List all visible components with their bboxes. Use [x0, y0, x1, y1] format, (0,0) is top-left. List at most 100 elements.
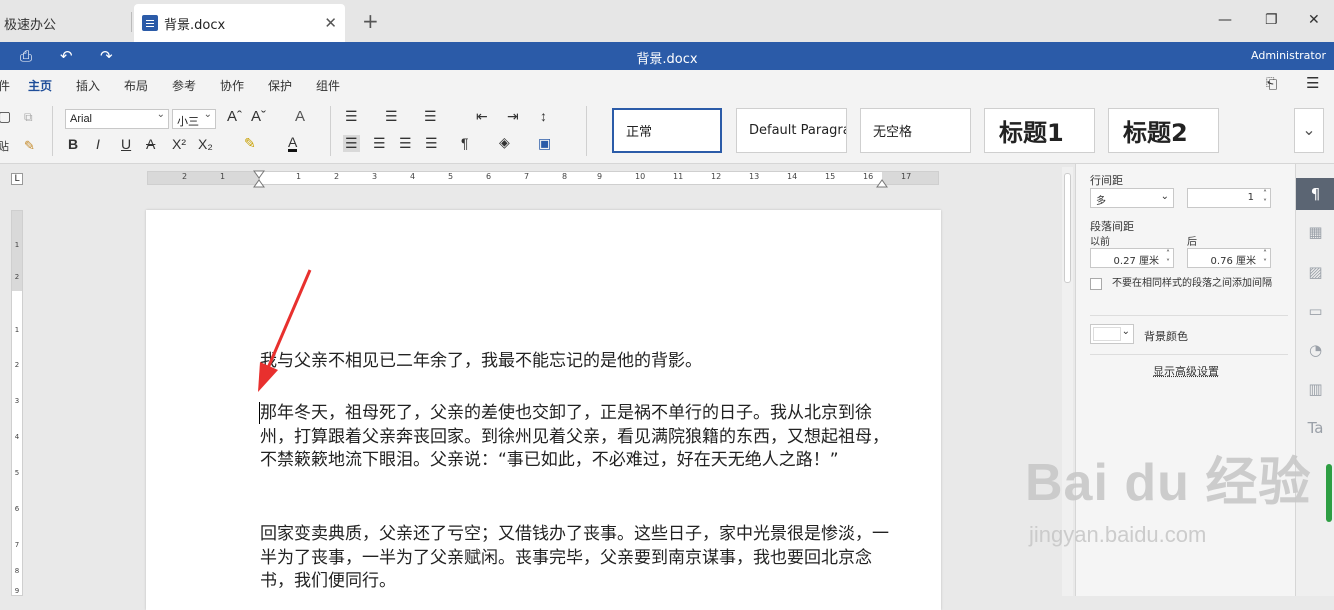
- no-space-same-style-checkbox[interactable]: [1090, 278, 1102, 290]
- ruler-number: 13: [749, 172, 759, 181]
- line-spacing-value: 1: [1248, 192, 1254, 203]
- header-footer-settings-icon[interactable]: ▭: [1296, 295, 1334, 327]
- image-settings-icon[interactable]: ▨: [1296, 256, 1334, 288]
- style-normal[interactable]: 正常: [612, 108, 722, 153]
- ruler-number: 7: [524, 172, 529, 181]
- ruler-number: 2: [182, 172, 187, 181]
- menu-insert[interactable]: 插入: [76, 77, 100, 94]
- title-bar: ⎙ ↶ ↷ 背景.docx Administrator: [0, 42, 1334, 70]
- shading-icon[interactable]: ◈: [499, 134, 510, 151]
- background-color-picker[interactable]: ⌄: [1090, 324, 1134, 344]
- vertical-ruler[interactable]: 1 2 1 2 3 4 5 6 7 8 9: [11, 210, 23, 596]
- paragraph-settings-icon[interactable]: ¶: [1296, 178, 1334, 210]
- menu-layout[interactable]: 布局: [124, 77, 148, 94]
- tab-separator: [131, 12, 132, 32]
- copy-icon[interactable]: ⧉: [24, 110, 33, 125]
- subscript-icon[interactable]: X₂: [198, 136, 213, 152]
- borders-icon[interactable]: ▣: [538, 135, 551, 152]
- align-center-icon[interactable]: ☰: [373, 135, 386, 152]
- line-spacing-type-select[interactable]: 多 ⌄: [1090, 188, 1174, 208]
- align-right-icon[interactable]: ☰: [399, 135, 412, 152]
- change-case-icon[interactable]: A: [295, 108, 305, 125]
- style-heading-2[interactable]: 标题2: [1108, 108, 1219, 153]
- bold-icon[interactable]: B: [68, 136, 78, 152]
- paragraph-spacing-label: 段落间距: [1090, 218, 1134, 234]
- maximize-icon[interactable]: ❐: [1265, 12, 1278, 28]
- font-size-select[interactable]: 小三: [172, 109, 216, 129]
- line-spacing-icon[interactable]: ↕: [540, 108, 547, 124]
- spinner-icon[interactable]: ˄ ˅: [1263, 249, 1267, 267]
- superscript-icon[interactable]: X²: [172, 136, 186, 152]
- show-advanced-settings-link[interactable]: 显示高级设置: [1076, 363, 1296, 379]
- ribbon-divider: [586, 106, 587, 156]
- decrease-indent-icon[interactable]: ⇤: [476, 108, 488, 125]
- align-left-icon[interactable]: ☰: [343, 135, 360, 152]
- decrease-font-icon[interactable]: Aˇ: [251, 108, 266, 125]
- spacing-after-input[interactable]: 0.76 厘米 ˄ ˅: [1187, 248, 1271, 268]
- vertical-scrollbar[interactable]: [1062, 167, 1073, 596]
- add-tab-icon[interactable]: +: [362, 9, 379, 33]
- minimize-icon[interactable]: —: [1218, 12, 1232, 28]
- shape-settings-icon[interactable]: ◔: [1296, 334, 1334, 366]
- font-name-select[interactable]: Arial: [65, 109, 169, 129]
- chart-settings-icon[interactable]: ▥: [1296, 373, 1334, 405]
- format-painter-icon[interactable]: ✎: [24, 138, 35, 154]
- close-window-icon[interactable]: ✕: [1308, 12, 1320, 28]
- bullet-list-icon[interactable]: ☰: [345, 108, 358, 125]
- increase-font-icon[interactable]: Aˆ: [227, 108, 242, 125]
- style-no-spacing[interactable]: 无空格: [860, 108, 971, 153]
- ruler-number: 9: [597, 172, 602, 181]
- table-settings-icon[interactable]: ▦: [1296, 216, 1334, 248]
- style-heading-1[interactable]: 标题1: [984, 108, 1095, 153]
- paragraph[interactable]: 回家变卖典质，父亲还了亏空；又借钱办了丧事。这些日子，家中光景很是惨淡，一半为了…: [260, 523, 890, 594]
- paragraph[interactable]: 我与父亲不相见已二年余了，我最不能忘记的是他的背影。: [260, 350, 890, 374]
- paragraph[interactable]: 那年冬天，祖母死了，父亲的差使也交卸了，正是祸不单行的日子。我从北京到徐州，打算…: [260, 402, 890, 473]
- spacing-before-input[interactable]: 0.27 厘米 ˄ ˅: [1090, 248, 1174, 268]
- ruler-number: 9: [12, 587, 22, 595]
- horizontal-ruler[interactable]: 2 1 1 2 3 4 5 6 7 8 9 10 11 12 13 14 15 …: [147, 171, 939, 185]
- font-color-icon[interactable]: A: [288, 135, 297, 152]
- ruler-number: 11: [673, 172, 683, 181]
- menu-bar: 件 主页 插入 布局 参考 协作 保护 组件 ⎗ ☰: [0, 70, 1334, 98]
- document-page[interactable]: 我与父亲不相见已二年余了，我最不能忘记的是他的背影。 那年冬天，祖母死了，父亲的…: [146, 210, 941, 610]
- styles-expand-icon[interactable]: ⌄: [1294, 108, 1324, 153]
- menu-home[interactable]: 主页: [28, 77, 52, 100]
- multilevel-list-icon[interactable]: ☰: [424, 108, 437, 125]
- menu-file[interactable]: 件: [0, 77, 10, 94]
- ruler-number: 14: [787, 172, 797, 181]
- chevron-down-icon: ⌄: [1161, 191, 1169, 202]
- paste-icon[interactable]: ▢: [0, 108, 11, 125]
- scrollbar-thumb[interactable]: [1064, 173, 1071, 283]
- menu-collaborate[interactable]: 协作: [220, 77, 244, 94]
- spacing-after-value: 0.76 厘米: [1211, 256, 1256, 267]
- ruler-number: 6: [12, 505, 22, 513]
- italic-icon[interactable]: I: [96, 136, 100, 152]
- text-art-settings-icon[interactable]: Ta: [1296, 412, 1334, 444]
- underline-icon[interactable]: U: [121, 136, 131, 152]
- menu-plugins[interactable]: 组件: [316, 77, 340, 94]
- highlight-color-icon[interactable]: ✎: [244, 135, 256, 152]
- tab-document[interactable]: 背景.docx ✕: [134, 4, 345, 42]
- user-name[interactable]: Administrator: [1251, 49, 1326, 62]
- paragraph-mark-icon[interactable]: ¶: [461, 135, 469, 151]
- strikethrough-icon[interactable]: A: [146, 136, 155, 152]
- hamburger-menu-icon[interactable]: ☰: [1306, 74, 1319, 92]
- paste-label: 贴: [0, 138, 9, 154]
- menu-protect[interactable]: 保护: [268, 77, 292, 94]
- close-tab-icon[interactable]: ✕: [324, 14, 337, 32]
- numbered-list-icon[interactable]: ☰: [385, 108, 398, 125]
- paragraph-settings-panel: 行间距 多 ⌄ 1 ˄ ˅ 段落间距 以前 后 0.27 厘米 ˄ ˅ 0.76 厘…: [1075, 164, 1295, 596]
- ribbon: ▢ 贴 ⧉ ✎ Arial 小三 Aˆ Aˇ A B I U A X² X₂ ✎…: [0, 98, 1334, 164]
- spinner-icon[interactable]: ˄ ˅: [1263, 189, 1267, 207]
- justify-icon[interactable]: ☰: [425, 135, 438, 152]
- spinner-icon[interactable]: ˄ ˅: [1166, 249, 1170, 267]
- increase-indent-icon[interactable]: ⇥: [507, 108, 519, 125]
- line-spacing-value-input[interactable]: 1 ˄ ˅: [1187, 188, 1271, 208]
- tab-stop-selector[interactable]: L: [11, 173, 23, 185]
- tab-jisu-office[interactable]: 极速办公: [0, 4, 130, 42]
- menu-references[interactable]: 参考: [172, 77, 196, 94]
- open-file-location-icon[interactable]: ⎗: [1266, 75, 1277, 92]
- panel-divider: [1090, 354, 1288, 355]
- ruler-number: 2: [12, 361, 22, 369]
- style-default-paragraph[interactable]: Default Paragraph: [736, 108, 847, 153]
